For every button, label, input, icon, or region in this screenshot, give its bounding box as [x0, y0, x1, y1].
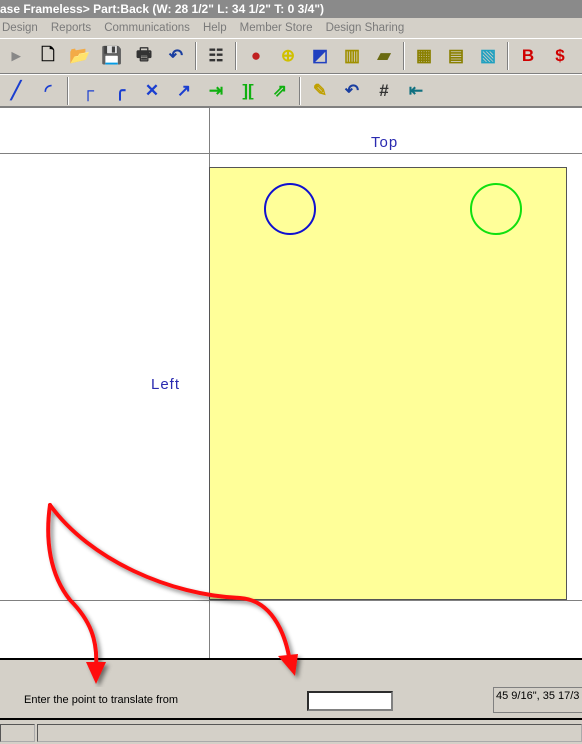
bill-icon[interactable]: B	[514, 43, 542, 69]
hole-circle-blue[interactable]	[264, 183, 316, 235]
menu-communications[interactable]: Communications	[104, 22, 190, 34]
command-prompt: Enter the point to translate from	[24, 694, 179, 706]
trim-icon[interactable]: ✕	[138, 78, 166, 104]
command-panel: Enter the point to translate from 45 9/1…	[0, 658, 582, 720]
grid-icon[interactable]: #	[370, 78, 398, 104]
cabinet-list-icon[interactable]: ▤	[442, 43, 470, 69]
toolbar-separator	[403, 42, 405, 70]
open-folder-icon[interactable]: 📂	[66, 43, 94, 69]
exit-icon[interactable]: ⇤	[402, 78, 430, 104]
cabinet-icon[interactable]: ▦	[410, 43, 438, 69]
drawing-toolbar: ╱ ◜ ┌ ╭ ✕ ↗ ⇥][⇗ ✎ ↶ # ⇤	[0, 74, 582, 107]
profile-icon[interactable]: ◩	[306, 43, 334, 69]
main-toolbar: ▸ 🗋 📂 💾 🖶 ↶ ☷ ● ⊕ ◩ ▥ ▰ ▦ ▤ ▧ B $	[0, 38, 582, 74]
menu-help[interactable]: Help	[203, 22, 227, 34]
room-icon[interactable]: ▧	[474, 43, 502, 69]
drawing-canvas[interactable]: Top Left	[0, 107, 582, 659]
arrow-icon[interactable]: ▸	[2, 43, 30, 69]
corner-icon[interactable]: ┌	[74, 78, 102, 104]
print-icon[interactable]: 🖶	[130, 43, 158, 69]
eraser-icon[interactable]: ✎	[306, 78, 334, 104]
divider-bottom	[0, 600, 582, 601]
status-pane-2	[37, 724, 582, 742]
new-file-icon[interactable]: 🗋	[34, 43, 62, 69]
toolbar-separator	[507, 42, 509, 70]
menu-design[interactable]: Design	[2, 22, 38, 34]
translate-icon[interactable]: ⇗	[266, 78, 294, 104]
undo-draw-icon[interactable]: ↶	[338, 78, 366, 104]
spread-icon[interactable]: ][	[234, 78, 262, 104]
round-corner-icon[interactable]: ╭	[106, 78, 134, 104]
molding-icon[interactable]: ▥	[338, 43, 366, 69]
hole-circle-green[interactable]	[470, 183, 522, 235]
menu-member-store[interactable]: Member Store	[240, 22, 313, 34]
settings-icon[interactable]: ☷	[202, 43, 230, 69]
menu-design-sharing[interactable]: Design Sharing	[326, 22, 405, 34]
status-bar	[0, 722, 582, 744]
move-to-icon[interactable]: ⇥	[202, 78, 230, 104]
drawer-icon[interactable]: ▰	[370, 43, 398, 69]
divider-top	[0, 153, 582, 154]
price-icon[interactable]: $	[546, 43, 574, 69]
extend-icon[interactable]: ↗	[170, 78, 198, 104]
title-bar: ase Frameless> Part:Back (W: 28 1/2" L: …	[0, 0, 582, 18]
hardware-icon[interactable]: ●	[242, 43, 270, 69]
toolbar-separator	[235, 42, 237, 70]
menu-reports[interactable]: Reports	[51, 22, 91, 34]
toolbar-separator	[67, 76, 69, 105]
line-icon[interactable]: ╱	[2, 78, 30, 104]
bore-icon[interactable]: ⊕	[274, 43, 302, 69]
save-icon[interactable]: 💾	[98, 43, 126, 69]
coordinate-readout: 45 9/16", 35 17/3	[493, 687, 582, 713]
top-label: Top	[371, 134, 399, 151]
point-input[interactable]	[307, 691, 393, 711]
arc-icon[interactable]: ◜	[34, 78, 62, 104]
toolbar-separator	[195, 42, 197, 70]
part-back-panel[interactable]	[209, 167, 567, 600]
menu-bar: Design Reports Communications Help Membe…	[0, 18, 582, 38]
undo-icon[interactable]: ↶	[162, 43, 190, 69]
left-label: Left	[151, 376, 181, 393]
toolbar-separator	[299, 76, 301, 105]
status-pane-1	[0, 724, 35, 742]
